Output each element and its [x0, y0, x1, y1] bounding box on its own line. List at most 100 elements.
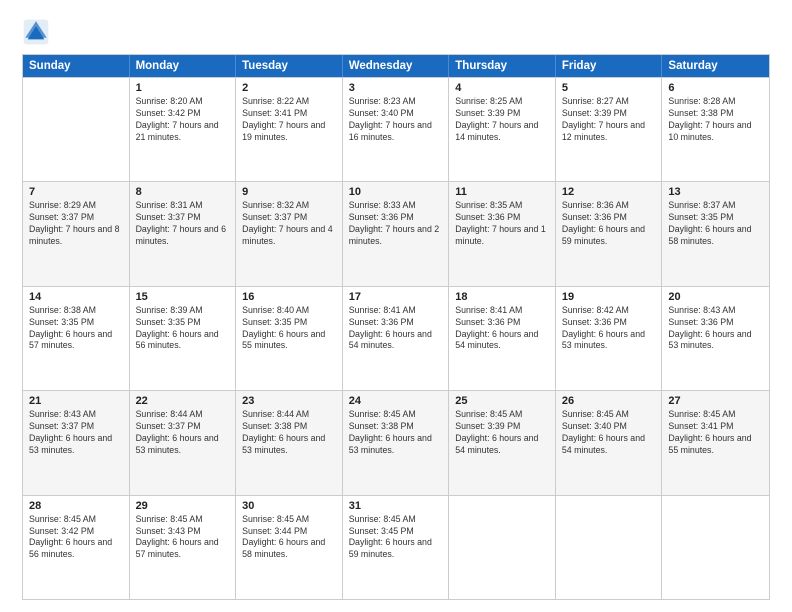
cell-info: Sunrise: 8:27 AMSunset: 3:39 PMDaylight:… — [562, 96, 656, 144]
day-number: 11 — [455, 186, 549, 198]
cal-cell-empty-6 — [662, 496, 769, 599]
cal-cell-4: 4 Sunrise: 8:25 AMSunset: 3:39 PMDaylight… — [449, 78, 556, 181]
cal-cell-31: 31Sunrise: 8:45 AMSunset: 3:45 PMDayligh… — [343, 496, 450, 599]
day-number: 5 — [562, 82, 656, 94]
day-number: 14 — [29, 291, 123, 303]
day-number: 19 — [562, 291, 656, 303]
cal-cell-16: 16 Sunrise: 8:40 AMSunset: 3:35 PMDayligh… — [236, 287, 343, 390]
cal-cell-6: 6 Sunrise: 8:28 AMSunset: 3:38 PMDaylight… — [662, 78, 769, 181]
day-number: 2 — [242, 82, 336, 94]
week-row-4: 21 Sunrise: 8:43 AMSunset: 3:37 PMDayligh… — [23, 390, 769, 494]
cal-cell-8: 8 Sunrise: 8:31 AMSunset: 3:37 PMDaylight… — [130, 182, 237, 285]
cell-info: Sunrise: 8:44 AMSunset: 3:38 PMDaylight:… — [242, 409, 336, 457]
cell-info: Sunrise: 8:41 AMSunset: 3:36 PMDaylight:… — [349, 305, 443, 353]
cal-cell-15: 15 Sunrise: 8:39 AMSunset: 3:35 PMDayligh… — [130, 287, 237, 390]
cell-info: Sunrise: 8:32 AMSunset: 3:37 PMDaylight:… — [242, 200, 336, 248]
calendar-page: SundayMondayTuesdayWednesdayThursdayFrid… — [0, 0, 792, 612]
cell-info: Sunrise: 8:45 AMSunset: 3:39 PMDaylight:… — [455, 409, 549, 457]
day-number: 16 — [242, 291, 336, 303]
cal-cell-empty-0 — [23, 78, 130, 181]
day-number: 22 — [136, 395, 230, 407]
cell-info: Sunrise: 8:29 AMSunset: 3:37 PMDaylight:… — [29, 200, 123, 248]
cell-info: Sunrise: 8:23 AMSunset: 3:40 PMDaylight:… — [349, 96, 443, 144]
cal-cell-24: 24Sunrise: 8:45 AMSunset: 3:38 PMDayligh… — [343, 391, 450, 494]
cell-info: Sunrise: 8:45 AMSunset: 3:38 PMDaylight:… — [349, 409, 443, 457]
cal-cell-2: 2 Sunrise: 8:22 AMSunset: 3:41 PMDaylight… — [236, 78, 343, 181]
cell-info: Sunrise: 8:45 AMSunset: 3:41 PMDaylight:… — [668, 409, 763, 457]
cal-cell-26: 26 Sunrise: 8:45 AMSunset: 3:40 PMDayligh… — [556, 391, 663, 494]
day-number: 15 — [136, 291, 230, 303]
header — [22, 18, 770, 46]
day-number: 23 — [242, 395, 336, 407]
cell-info: Sunrise: 8:38 AMSunset: 3:35 PMDaylight:… — [29, 305, 123, 353]
cal-cell-20: 20 Sunrise: 8:43 AMSunset: 3:36 PMDayligh… — [662, 287, 769, 390]
cell-info: Sunrise: 8:37 AMSunset: 3:35 PMDaylight:… — [668, 200, 763, 248]
cal-cell-9: 9 Sunrise: 8:32 AMSunset: 3:37 PMDaylight… — [236, 182, 343, 285]
header-cell-wednesday: Wednesday — [343, 55, 450, 77]
header-cell-tuesday: Tuesday — [236, 55, 343, 77]
cell-info: Sunrise: 8:42 AMSunset: 3:36 PMDaylight:… — [562, 305, 656, 353]
day-number: 6 — [668, 82, 763, 94]
cell-info: Sunrise: 8:39 AMSunset: 3:35 PMDaylight:… — [136, 305, 230, 353]
day-number: 13 — [668, 186, 763, 198]
cal-cell-5: 5 Sunrise: 8:27 AMSunset: 3:39 PMDaylight… — [556, 78, 663, 181]
cal-cell-21: 21 Sunrise: 8:43 AMSunset: 3:37 PMDayligh… — [23, 391, 130, 494]
cell-info: Sunrise: 8:45 AMSunset: 3:43 PMDaylight:… — [136, 514, 230, 562]
header-cell-friday: Friday — [556, 55, 663, 77]
cell-info: Sunrise: 8:28 AMSunset: 3:38 PMDaylight:… — [668, 96, 763, 144]
cal-cell-empty-5 — [556, 496, 663, 599]
cal-cell-7: 7Sunrise: 8:29 AMSunset: 3:37 PMDaylight… — [23, 182, 130, 285]
day-number: 3 — [349, 82, 443, 94]
day-number: 21 — [29, 395, 123, 407]
cell-info: Sunrise: 8:35 AMSunset: 3:36 PMDaylight:… — [455, 200, 549, 248]
day-number: 10 — [349, 186, 443, 198]
cell-info: Sunrise: 8:43 AMSunset: 3:37 PMDaylight:… — [29, 409, 123, 457]
cell-info: Sunrise: 8:25 AMSunset: 3:39 PMDaylight:… — [455, 96, 549, 144]
cell-info: Sunrise: 8:41 AMSunset: 3:36 PMDaylight:… — [455, 305, 549, 353]
week-row-2: 7Sunrise: 8:29 AMSunset: 3:37 PMDaylight… — [23, 181, 769, 285]
day-number: 9 — [242, 186, 336, 198]
cal-cell-3: 3 Sunrise: 8:23 AMSunset: 3:40 PMDaylight… — [343, 78, 450, 181]
day-number: 8 — [136, 186, 230, 198]
day-number: 28 — [29, 500, 123, 512]
header-cell-saturday: Saturday — [662, 55, 769, 77]
cal-cell-23: 23 Sunrise: 8:44 AMSunset: 3:38 PMDayligh… — [236, 391, 343, 494]
header-cell-sunday: Sunday — [23, 55, 130, 77]
day-number: 4 — [455, 82, 549, 94]
cell-info: Sunrise: 8:22 AMSunset: 3:41 PMDaylight:… — [242, 96, 336, 144]
header-cell-thursday: Thursday — [449, 55, 556, 77]
cell-info: Sunrise: 8:31 AMSunset: 3:37 PMDaylight:… — [136, 200, 230, 248]
cell-info: Sunrise: 8:45 AMSunset: 3:40 PMDaylight:… — [562, 409, 656, 457]
cal-cell-12: 12 Sunrise: 8:36 AMSunset: 3:36 PMDayligh… — [556, 182, 663, 285]
cal-cell-18: 18 Sunrise: 8:41 AMSunset: 3:36 PMDayligh… — [449, 287, 556, 390]
calendar-body: 1Sunrise: 8:20 AMSunset: 3:42 PMDaylight… — [23, 77, 769, 599]
week-row-5: 28Sunrise: 8:45 AMSunset: 3:42 PMDayligh… — [23, 495, 769, 599]
cell-info: Sunrise: 8:45 AMSunset: 3:44 PMDaylight:… — [242, 514, 336, 562]
cal-cell-30: 30 Sunrise: 8:45 AMSunset: 3:44 PMDayligh… — [236, 496, 343, 599]
week-row-1: 1Sunrise: 8:20 AMSunset: 3:42 PMDaylight… — [23, 77, 769, 181]
cal-cell-1: 1Sunrise: 8:20 AMSunset: 3:42 PMDaylight… — [130, 78, 237, 181]
cell-info: Sunrise: 8:40 AMSunset: 3:35 PMDaylight:… — [242, 305, 336, 353]
cal-cell-10: 10 Sunrise: 8:33 AMSunset: 3:36 PMDayligh… — [343, 182, 450, 285]
cell-info: Sunrise: 8:43 AMSunset: 3:36 PMDaylight:… — [668, 305, 763, 353]
cal-cell-13: 13 Sunrise: 8:37 AMSunset: 3:35 PMDayligh… — [662, 182, 769, 285]
day-number: 12 — [562, 186, 656, 198]
cal-cell-empty-4 — [449, 496, 556, 599]
cal-cell-28: 28Sunrise: 8:45 AMSunset: 3:42 PMDayligh… — [23, 496, 130, 599]
day-number: 1 — [136, 82, 230, 94]
day-number: 17 — [349, 291, 443, 303]
day-number: 29 — [136, 500, 230, 512]
day-number: 25 — [455, 395, 549, 407]
cell-info: Sunrise: 8:36 AMSunset: 3:36 PMDaylight:… — [562, 200, 656, 248]
cal-cell-29: 29 Sunrise: 8:45 AMSunset: 3:43 PMDayligh… — [130, 496, 237, 599]
cell-info: Sunrise: 8:44 AMSunset: 3:37 PMDaylight:… — [136, 409, 230, 457]
cal-cell-14: 14 Sunrise: 8:38 AMSunset: 3:35 PMDayligh… — [23, 287, 130, 390]
calendar-header-row: SundayMondayTuesdayWednesdayThursdayFrid… — [23, 55, 769, 77]
cal-cell-22: 22 Sunrise: 8:44 AMSunset: 3:37 PMDayligh… — [130, 391, 237, 494]
day-number: 30 — [242, 500, 336, 512]
logo-icon — [22, 18, 50, 46]
day-number: 20 — [668, 291, 763, 303]
cell-info: Sunrise: 8:33 AMSunset: 3:36 PMDaylight:… — [349, 200, 443, 248]
day-number: 26 — [562, 395, 656, 407]
day-number: 18 — [455, 291, 549, 303]
